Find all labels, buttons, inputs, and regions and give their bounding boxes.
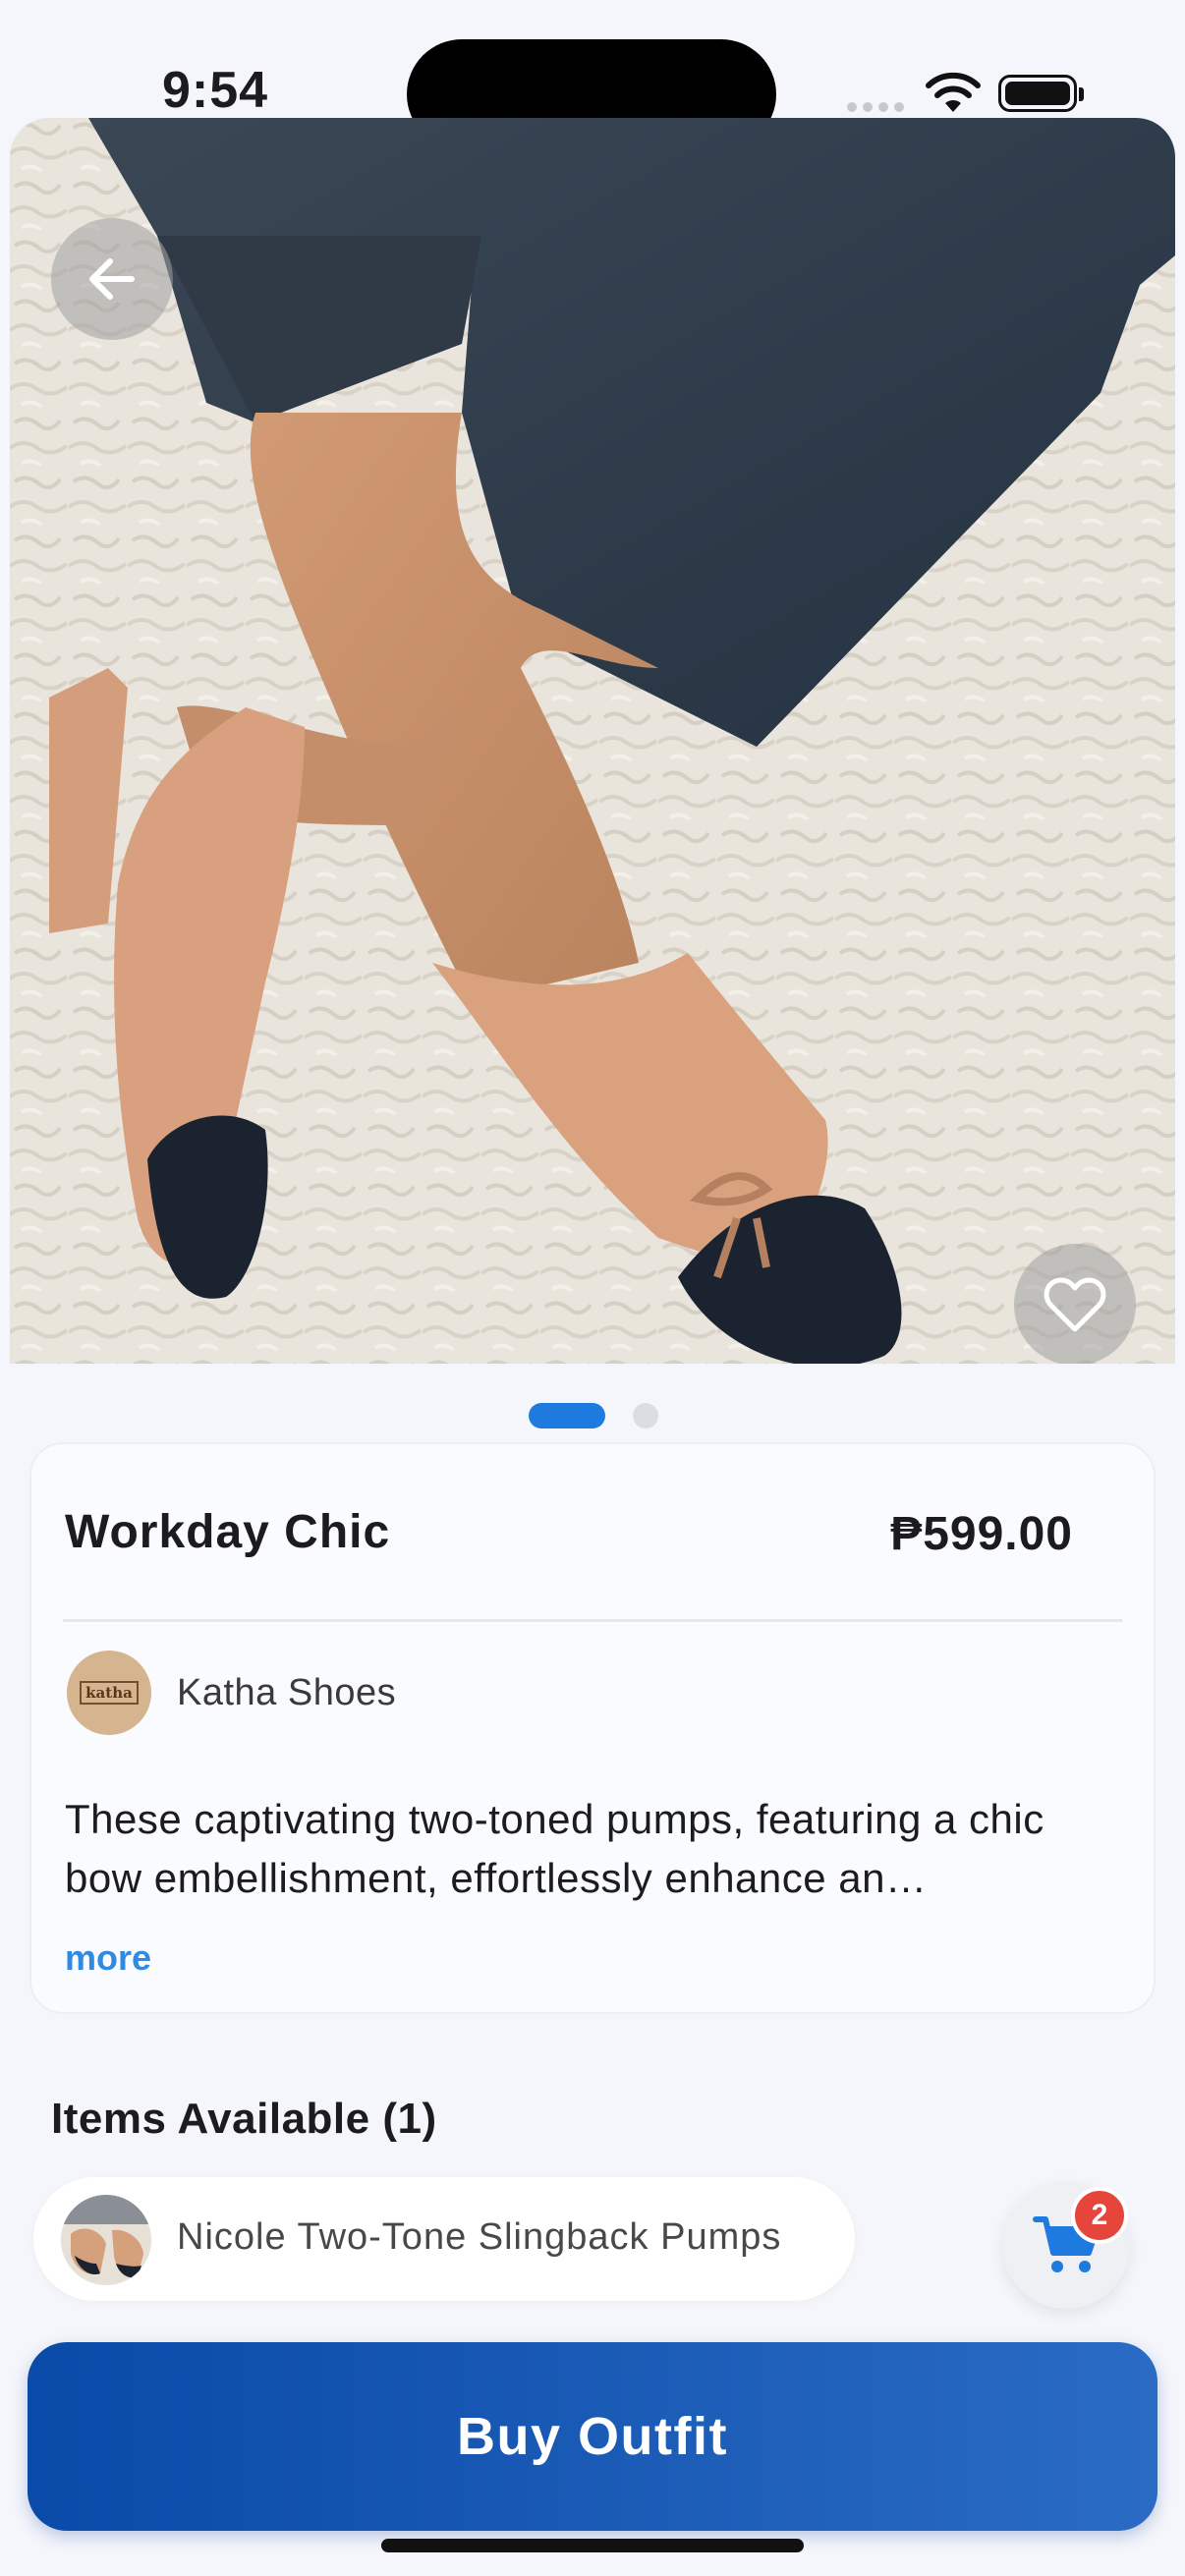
product-image-carousel[interactable]	[10, 118, 1175, 1364]
wifi-icon	[926, 72, 981, 112]
pager-dot-active[interactable]	[529, 1403, 605, 1428]
product-title: Workday Chic	[65, 1506, 391, 1558]
battery-icon	[998, 75, 1084, 112]
item-chip[interactable]: Nicole Two-Tone Slingback Pumps	[33, 2177, 855, 2301]
heart-outline-icon	[1044, 1277, 1106, 1332]
cellular-signal-icon	[847, 102, 904, 112]
store-logo-text: katha	[80, 1681, 139, 1705]
divider	[63, 1619, 1122, 1622]
pager-dot[interactable]	[633, 1403, 658, 1428]
status-time: 9:54	[162, 62, 269, 119]
product-info-card: Workday Chic ₱599.00 katha Katha Shoes T…	[29, 1442, 1156, 2014]
image-pager[interactable]	[529, 1403, 658, 1428]
product-price: ₱599.00	[890, 1508, 1073, 1560]
item-name: Nicole Two-Tone Slingback Pumps	[177, 2216, 782, 2258]
more-link[interactable]: more	[65, 1937, 151, 1979]
cart-badge: 2	[1071, 2187, 1128, 2244]
product-description: These captivating two-toned pumps, featu…	[65, 1796, 1044, 1901]
home-indicator	[381, 2539, 804, 2552]
items-available-heading: Items Available (1)	[51, 2095, 437, 2143]
store-logo[interactable]: katha	[67, 1651, 151, 1735]
favorite-button[interactable]	[1014, 1244, 1136, 1364]
store-name[interactable]: Katha Shoes	[177, 1672, 396, 1714]
back-button[interactable]	[51, 218, 173, 340]
arrow-left-icon	[89, 258, 135, 300]
item-thumbnail	[61, 2195, 151, 2285]
buy-outfit-button[interactable]: Buy Outfit	[28, 2342, 1157, 2531]
product-photo	[10, 118, 1175, 1364]
